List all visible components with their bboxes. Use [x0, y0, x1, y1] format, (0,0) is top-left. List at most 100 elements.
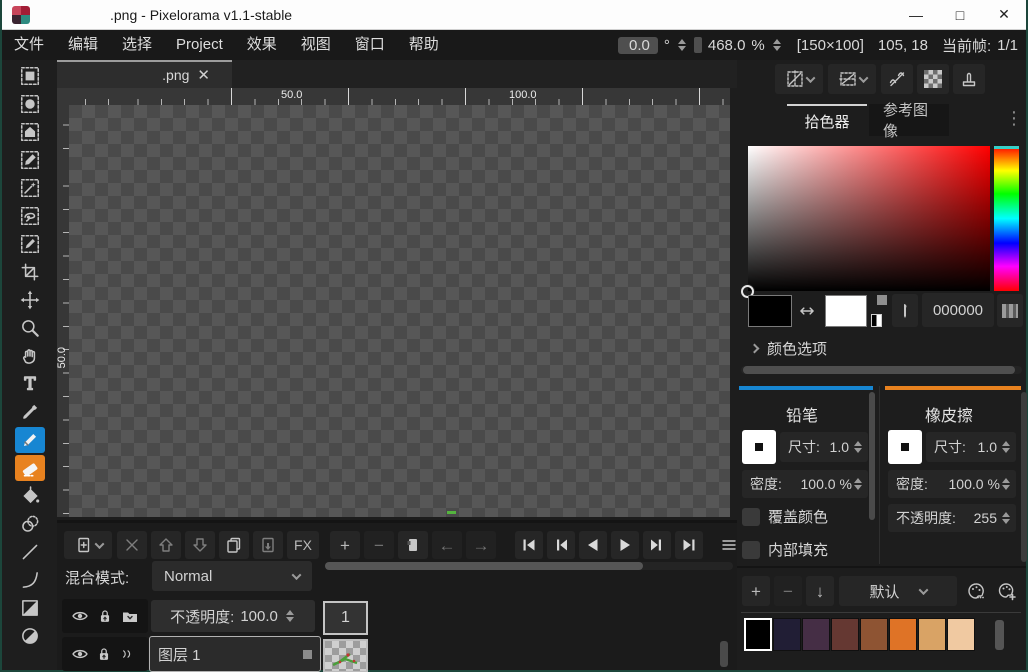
color-picker-tool[interactable]	[15, 399, 45, 425]
pan-tool[interactable]	[15, 343, 45, 369]
color-panel-scrollbar-thumb[interactable]	[743, 366, 1015, 374]
palette-add-color-button[interactable]: +	[742, 576, 770, 606]
layer1-link-cels-icon[interactable]	[118, 646, 134, 662]
move-frame-left-button[interactable]: ←	[432, 531, 462, 559]
cel-thumbnail[interactable]	[323, 639, 368, 672]
horizontal-ruler[interactable]: 50.0 100.0	[69, 88, 730, 105]
layer-list-scrollbar[interactable]	[720, 641, 728, 667]
stamp-button[interactable]	[953, 64, 985, 94]
next-frame-button[interactable]	[643, 531, 671, 559]
clone-frame-button[interactable]	[398, 531, 428, 559]
zoom-slider-handle[interactable]	[694, 37, 702, 53]
pencil-size-spinbox[interactable]: 尺寸: 1.0	[780, 432, 868, 462]
menu-effects[interactable]: 效果	[235, 30, 289, 60]
curve-tool[interactable]	[15, 567, 45, 593]
eraser-density-spinner[interactable]	[1002, 478, 1010, 490]
fill-inside-checkbox[interactable]	[742, 541, 760, 559]
tab-reference-images[interactable]: 参考图像	[869, 104, 949, 136]
timeline-scrollbar-thumb[interactable]	[325, 562, 643, 570]
add-layer-button[interactable]	[64, 531, 112, 559]
color-mode-button[interactable]	[997, 294, 1023, 327]
menu-view[interactable]: 视图	[289, 30, 343, 60]
eraser-size-spinner[interactable]	[1002, 441, 1010, 453]
layer-lock-icon[interactable]	[96, 607, 114, 625]
bucket-tool[interactable]	[15, 483, 45, 509]
move-layer-down-button[interactable]	[185, 531, 215, 559]
right-tool-scrollbar[interactable]	[1021, 392, 1027, 562]
magic-wand-tool[interactable]	[15, 175, 45, 201]
minimize-button[interactable]: —	[894, 1, 938, 29]
hue-slider[interactable]	[994, 146, 1019, 291]
panel-menu-dots-icon[interactable]: ⋮	[1005, 108, 1023, 129]
tab-close-icon[interactable]: ✕	[197, 66, 210, 84]
layer1-visibility-icon[interactable]	[70, 644, 90, 664]
menu-project[interactable]: Project	[164, 30, 235, 60]
eraser-tool[interactable]	[15, 455, 45, 481]
eraser-density-spinbox[interactable]: 密度: 100.0 %	[888, 470, 1016, 498]
left-tool-scrollbar[interactable]	[869, 392, 875, 520]
layer-group-icon[interactable]	[120, 606, 140, 626]
ellipse-select-tool[interactable]	[15, 91, 45, 117]
palette-swatch-3[interactable]	[802, 618, 830, 651]
project-tab[interactable]: .png ✕	[57, 60, 232, 88]
swap-colors-icon[interactable]	[796, 300, 818, 322]
palette-scrollbar[interactable]	[995, 620, 1004, 650]
secondary-color-swatch[interactable]	[825, 295, 867, 327]
zoom-tool[interactable]	[15, 315, 45, 341]
pencil-size-spinner[interactable]	[854, 441, 862, 453]
play-backwards-button[interactable]	[579, 531, 607, 559]
pencil-density-spinner[interactable]	[854, 478, 862, 490]
saturation-value-picker[interactable]	[748, 146, 990, 291]
menu-select[interactable]: 选择	[110, 30, 164, 60]
layer1-lock-icon[interactable]	[95, 645, 113, 663]
rectangle-select-tool[interactable]	[15, 63, 45, 89]
rotation-input[interactable]: 0.0	[618, 37, 658, 54]
drawing-canvas[interactable]	[69, 105, 730, 517]
move-layer-up-button[interactable]	[151, 531, 181, 559]
lasso-select-tool[interactable]	[15, 203, 45, 229]
palette-swatch-5[interactable]	[860, 618, 888, 651]
pencil-density-spinbox[interactable]: 密度: 100.0 %	[742, 470, 868, 498]
merge-down-button[interactable]	[253, 531, 283, 559]
hue-cursor[interactable]	[994, 146, 1019, 149]
eraser-opacity-spinner[interactable]	[1002, 512, 1010, 524]
last-frame-button[interactable]	[675, 531, 703, 559]
menu-edit[interactable]: 编辑	[56, 30, 110, 60]
color-options-expander[interactable]: 颜色选项	[751, 338, 827, 359]
rectangle-tool[interactable]	[15, 595, 45, 621]
palette-select-dropdown[interactable]: 默认	[839, 576, 957, 606]
eyedropper-button[interactable]	[892, 294, 918, 327]
pencil-brush-preview[interactable]	[742, 430, 776, 464]
horizontal-mirror-button[interactable]	[775, 64, 823, 94]
pencil-tool[interactable]	[15, 427, 45, 453]
zoom-value[interactable]: 468.0	[708, 37, 746, 54]
ellipse-tool[interactable]	[15, 623, 45, 649]
palette-sort-button[interactable]: ↓	[806, 576, 834, 606]
move-frame-right-button[interactable]: →	[466, 531, 496, 559]
eraser-brush-preview[interactable]	[888, 430, 922, 464]
palette-swatch-7[interactable]	[918, 618, 946, 651]
overwrite-color-checkbox[interactable]	[742, 508, 760, 526]
edit-palette-button[interactable]	[961, 576, 990, 606]
tab-color-picker[interactable]: 拾色器	[787, 104, 867, 136]
fill-inside-option[interactable]: 内部填充	[742, 539, 828, 560]
close-button[interactable]: ✕	[982, 1, 1026, 29]
hex-color-input[interactable]: 000000	[922, 293, 994, 327]
palette-swatch-6[interactable]	[889, 618, 917, 651]
blend-mode-dropdown[interactable]: Normal	[152, 561, 312, 591]
line-tool[interactable]	[15, 539, 45, 565]
new-palette-button[interactable]	[992, 576, 1021, 606]
duplicate-layer-button[interactable]	[219, 531, 249, 559]
maximize-button[interactable]: □	[938, 1, 982, 29]
layer-fx-button[interactable]: FX	[287, 531, 319, 559]
transparency-checker-button[interactable]	[917, 64, 949, 94]
palette-swatch-8[interactable]	[947, 618, 975, 651]
polygon-select-tool[interactable]	[15, 119, 45, 145]
shading-tool[interactable]	[15, 511, 45, 537]
add-frame-button[interactable]: +	[330, 531, 360, 559]
move-tool[interactable]	[15, 287, 45, 313]
menu-file[interactable]: 文件	[2, 30, 56, 60]
reset-colors-icon[interactable]	[871, 295, 887, 327]
layer-name-field[interactable]: 图层 1	[149, 636, 321, 672]
palette-swatch-4[interactable]	[831, 618, 859, 651]
